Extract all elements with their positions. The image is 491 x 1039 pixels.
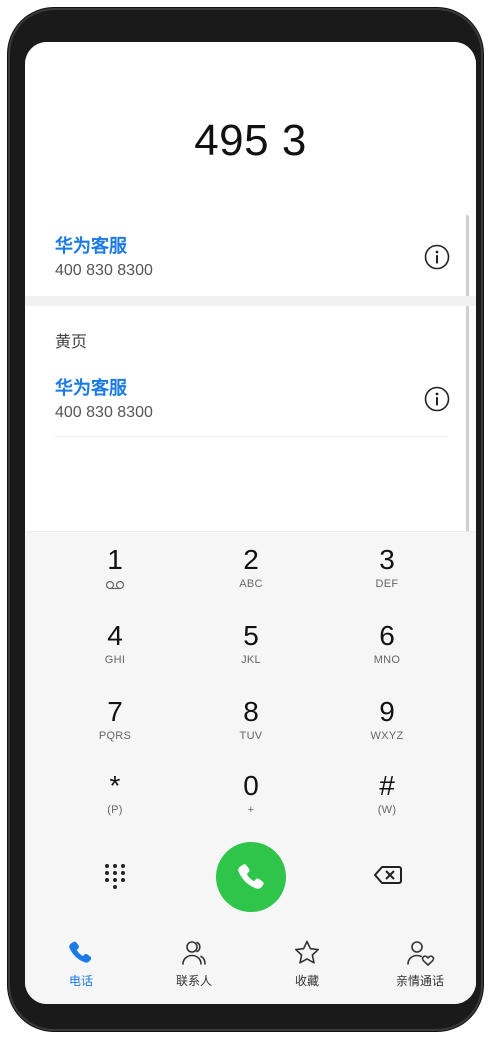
- key-9[interactable]: 9 WXYZ: [317, 696, 457, 766]
- yellow-pages-header: 黄页: [55, 334, 88, 351]
- info-icon[interactable]: [424, 244, 450, 270]
- section-divider: [25, 296, 476, 306]
- key-digit: 7: [107, 696, 123, 727]
- backspace-icon[interactable]: [371, 860, 405, 890]
- key-letters: +: [247, 804, 255, 816]
- info-icon[interactable]: [424, 386, 450, 412]
- key-letters: MNO: [373, 654, 401, 666]
- status-strip: [25, 42, 476, 62]
- star-icon: [295, 940, 319, 964]
- tab-label: 联系人: [175, 974, 212, 988]
- key-1[interactable]: 1: [45, 544, 185, 614]
- key-letters: ABC: [239, 578, 263, 590]
- key-0[interactable]: 0 +: [181, 770, 321, 840]
- key-digit: 5: [243, 620, 259, 651]
- key-digit: 3: [379, 544, 395, 575]
- key-4[interactable]: 4 GHI: [45, 620, 185, 690]
- row-divider: [55, 436, 448, 437]
- dialpad-toggle-icon[interactable]: [100, 860, 130, 890]
- key-letters: GHI: [104, 654, 126, 666]
- tab-label: 电话: [68, 974, 93, 988]
- tab-label: 收藏: [294, 974, 319, 988]
- key-digit: 8: [243, 696, 259, 727]
- tab-label: 亲情通话: [395, 974, 444, 988]
- key-digit: *: [109, 770, 121, 801]
- key-hash[interactable]: # (W): [317, 770, 457, 840]
- key-3[interactable]: 3 DEF: [317, 544, 457, 614]
- key-digit: #: [379, 770, 395, 801]
- key-digit: 1: [107, 544, 123, 575]
- result-contact-phone: 400 830 8300: [55, 262, 153, 279]
- tab-contacts[interactable]: 联系人: [138, 938, 250, 989]
- key-7[interactable]: 7 PQRS: [45, 696, 185, 766]
- key-6[interactable]: 6 MNO: [317, 620, 457, 690]
- tab-favorites[interactable]: 收藏: [251, 938, 363, 989]
- family-call-icon: [407, 941, 435, 966]
- voicemail-icon: [105, 580, 125, 590]
- phone-icon: [69, 941, 92, 963]
- key-2[interactable]: 2 ABC: [181, 544, 321, 614]
- key-letters: JKL: [241, 654, 261, 666]
- screen: 495 3 华为客服 400 830 8300 黄页 华为客服 400 830 …: [25, 42, 476, 1004]
- yellow-pages-contact-name: 华为客服: [55, 378, 127, 398]
- tab-phone[interactable]: 电话: [25, 938, 137, 989]
- key-letters: (W): [377, 804, 397, 816]
- key-letters: (P): [107, 804, 123, 816]
- dial-keypad: 1 2 ABC 3 DEF 4 GHI 5 JKL 6 MNO 7 PQRS 8…: [25, 531, 476, 1004]
- bottom-tab-bar: 电话 联系人 收藏 亲情通话: [25, 932, 476, 1004]
- dialed-number-display: 495 3: [194, 116, 307, 165]
- contacts-icon: [182, 941, 206, 965]
- key-letters: DEF: [375, 578, 399, 590]
- call-button[interactable]: [216, 842, 286, 912]
- key-letters: PQRS: [98, 730, 132, 742]
- key-letters: TUV: [239, 730, 263, 742]
- key-digit: 4: [107, 620, 123, 651]
- yellow-pages-contact-phone: 400 830 8300: [55, 404, 153, 421]
- phone-icon: [238, 864, 264, 889]
- key-letters: WXYZ: [370, 730, 404, 742]
- key-digit: 9: [379, 696, 395, 727]
- scrollbar[interactable]: [466, 215, 469, 533]
- key-digit: 2: [243, 544, 259, 575]
- result-contact-name: 华为客服: [55, 236, 127, 256]
- key-5[interactable]: 5 JKL: [181, 620, 321, 690]
- key-digit: 0: [243, 770, 259, 801]
- key-star[interactable]: * (P): [45, 770, 185, 840]
- search-result-row[interactable]: 华为客服 400 830 8300: [25, 232, 465, 304]
- tab-family-call[interactable]: 亲情通话: [364, 938, 476, 989]
- key-8[interactable]: 8 TUV: [181, 696, 321, 766]
- key-digit: 6: [379, 620, 395, 651]
